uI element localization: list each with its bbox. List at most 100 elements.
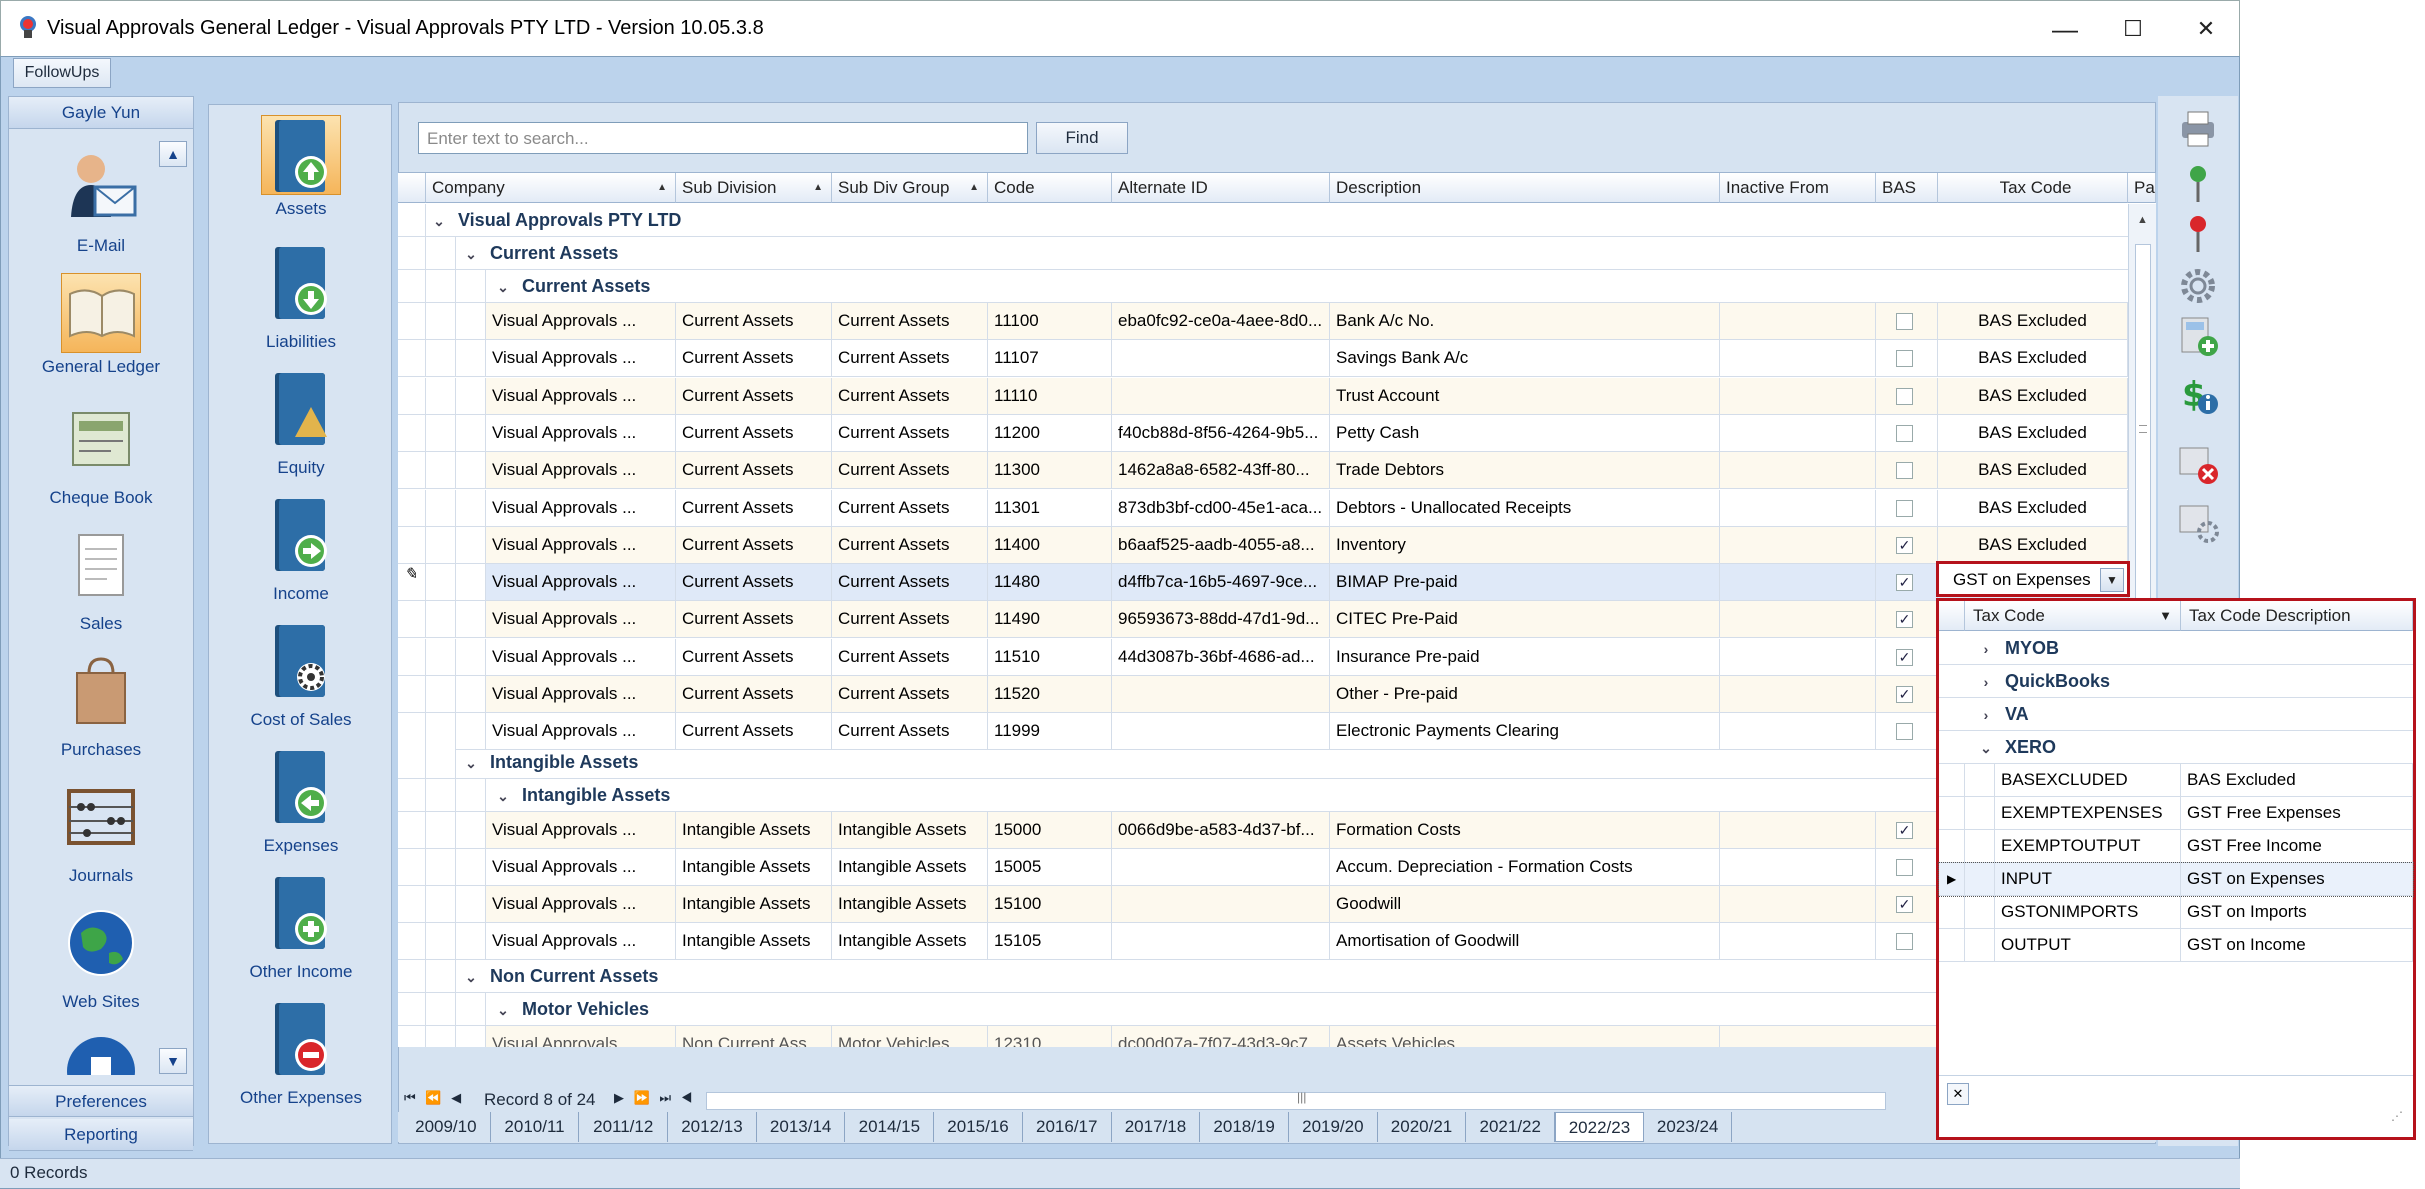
cell-description[interactable]: Debtors - Unallocated Receipts	[1330, 489, 1720, 526]
cell-tax-code[interactable]: BAS Excluded	[1938, 303, 2128, 339]
cell-code[interactable]: 11200	[988, 414, 1112, 451]
cell-bas[interactable]: ✓	[1876, 886, 1938, 922]
cell-company[interactable]: Visual Approvals ...	[486, 886, 676, 922]
table-row[interactable]: ✎ Visual Approvals ... Current Assets Curre…	[398, 564, 2128, 602]
cell-alternate-id[interactable]	[1112, 849, 1330, 885]
bas-checkbox[interactable]	[1896, 933, 1913, 950]
cell-sub-div-group[interactable]: Current Assets	[832, 564, 988, 601]
cell-bas[interactable]	[1876, 713, 1938, 750]
red-pin-icon[interactable]	[2176, 212, 2220, 256]
cell-inactive-from[interactable]	[1720, 414, 1876, 451]
cell-sub-div-group[interactable]: Current Assets	[832, 414, 988, 451]
popup-cell-code[interactable]: GSTONIMPORTS	[1995, 896, 2181, 928]
calculator-add-icon[interactable]	[2176, 314, 2220, 358]
column-header-code[interactable]: Code	[988, 173, 1112, 203]
cell-description[interactable]: Electronic Payments Clearing	[1330, 713, 1720, 750]
first-prev-record-icons[interactable]: ⏮ ⏪ ◀	[404, 1090, 464, 1106]
cell-description[interactable]: Trade Debtors	[1330, 452, 1720, 489]
bas-checkbox[interactable]	[1896, 387, 1913, 405]
cell-description[interactable]: Inventory	[1330, 526, 1720, 563]
delete-record-icon[interactable]	[2176, 442, 2220, 486]
cell-inactive-from[interactable]	[1720, 886, 1876, 922]
close-button[interactable]: ✕	[2176, 9, 2236, 49]
cell-inactive-from[interactable]	[1720, 676, 1876, 712]
popup-group-row[interactable]: › QuickBooks	[1939, 665, 2413, 698]
chevron-right-icon[interactable]: ›	[1979, 666, 1993, 699]
cell-sub-div-group[interactable]: Current Assets	[832, 377, 988, 414]
cell-sub-division[interactable]: Current Assets	[676, 414, 832, 451]
popup-cell-code[interactable]: EXEMPTEXPENSES	[1995, 797, 2181, 829]
column-header-tax-code[interactable]: Tax Code	[1938, 173, 2128, 203]
column-header-sub-division[interactable]: Sub Division ▲	[676, 173, 832, 203]
cell-tax-code[interactable]: BAS Excluded	[1938, 526, 2128, 563]
cell-sub-division[interactable]: Current Assets	[676, 452, 832, 489]
cell-sub-div-group[interactable]: Current Assets	[832, 303, 988, 339]
cell-bas[interactable]: ✓	[1876, 812, 1938, 848]
cell-code[interactable]: 11107	[988, 340, 1112, 377]
cell-bas[interactable]: ✓	[1876, 564, 1938, 601]
cell-company[interactable]: Visual Approvals ...	[486, 713, 676, 750]
cell-code[interactable]: 11110	[988, 377, 1112, 414]
scrollbar-thumb[interactable]	[2135, 244, 2151, 614]
year-tab[interactable]: 2021/22	[1466, 1112, 1556, 1142]
next-last-record-icons[interactable]: ▶ ⏩ ⏭ ◀	[614, 1090, 695, 1106]
cell-company[interactable]: Visual Approvals ...	[486, 923, 676, 959]
nav-cheque-book[interactable]: Cheque Book	[9, 399, 193, 508]
popup-cell-description[interactable]: GST on Expenses	[2181, 863, 2413, 895]
cell-alternate-id[interactable]	[1112, 340, 1330, 377]
cell-inactive-from[interactable]	[1720, 601, 1876, 638]
dollar-info-icon[interactable]: $	[2176, 372, 2220, 416]
cell-bas[interactable]	[1876, 340, 1938, 377]
year-tab[interactable]: 2013/14	[757, 1112, 846, 1142]
cell-code[interactable]: 11490	[988, 601, 1112, 638]
year-tab[interactable]: 2009/10	[402, 1112, 491, 1142]
cell-sub-division[interactable]: Current Assets	[676, 526, 832, 563]
cell-company[interactable]: Visual Approvals ...	[486, 526, 676, 563]
bas-checkbox[interactable]: ✓	[1896, 611, 1913, 629]
cell-inactive-from[interactable]	[1720, 526, 1876, 563]
cell-sub-division[interactable]: Current Assets	[676, 303, 832, 339]
cell-sub-div-group[interactable]: Current Assets	[832, 340, 988, 377]
table-row[interactable]: Visual Approvals Non Current Ass Motor V…	[398, 1026, 2128, 1047]
table-row[interactable]: Visual Approvals ... Current Assets Curren…	[398, 676, 2128, 713]
cell-alternate-id[interactable]	[1112, 713, 1330, 750]
table-row[interactable]: Visual Approvals ... Intangible Assets Int…	[398, 886, 2128, 923]
cell-description[interactable]: CITEC Pre-Paid	[1330, 601, 1720, 638]
cell-inactive-from[interactable]	[1720, 303, 1876, 339]
popup-cell-description[interactable]: GST Free Income	[2181, 830, 2413, 862]
column-header-inactive-from[interactable]: Inactive From	[1720, 173, 1876, 203]
popup-group-row[interactable]: › MYOB	[1939, 632, 2413, 665]
cell-alternate-id[interactable]: 1462a8a8-6582-43ff-80...	[1112, 452, 1330, 489]
cell-inactive-from[interactable]	[1720, 489, 1876, 526]
cell-tax-code[interactable]: BAS Excluded	[1938, 489, 2128, 526]
cell-bas[interactable]	[1876, 414, 1938, 451]
cell-bas[interactable]: ✓	[1876, 526, 1938, 563]
cell-sub-div-group[interactable]: Intangible Assets	[832, 849, 988, 885]
category-expenses[interactable]: Expenses	[209, 749, 393, 856]
cell-company[interactable]: Visual Approvals ...	[486, 452, 676, 489]
chevron-right-icon[interactable]: ›	[1979, 633, 1993, 666]
group-row-sub-division[interactable]: ⌄ Current Assets	[398, 237, 2128, 270]
minimize-button[interactable]: —	[2035, 9, 2095, 49]
cell-tax-code[interactable]: BAS Excluded	[1938, 340, 2128, 377]
table-row[interactable]: Visual Approvals ... Current Assets Curren…	[398, 713, 2128, 751]
cell-bas[interactable]: ✓	[1876, 638, 1938, 675]
cell-alternate-id[interactable]	[1112, 923, 1330, 959]
nav-email[interactable]: E-Mail	[9, 147, 193, 256]
bas-checkbox[interactable]: ✓	[1896, 896, 1913, 913]
cell-company[interactable]: Visual Approvals ...	[486, 489, 676, 526]
bas-checkbox[interactable]: ✓	[1896, 822, 1913, 839]
group-row-sub-division[interactable]: ⌄ Intangible Assets	[398, 746, 2128, 779]
cell-company[interactable]: Visual Approvals ...	[486, 377, 676, 414]
year-tab[interactable]: 2020/21	[1378, 1112, 1467, 1142]
cell-code[interactable]: 11480	[988, 564, 1112, 601]
group-row-company[interactable]: ⌄ Visual Approvals PTY LTD	[398, 204, 2128, 237]
bas-checkbox[interactable]	[1896, 462, 1913, 480]
table-row[interactable]: Visual Approvals ... Current Assets Curren…	[398, 340, 2128, 378]
cell-sub-div-group[interactable]: Current Assets	[832, 713, 988, 750]
cell-company[interactable]: Visual Approvals ...	[486, 638, 676, 675]
table-row[interactable]: Visual Approvals ... Current Assets Curren…	[398, 377, 2128, 415]
cell-sub-div-group[interactable]: Current Assets	[832, 638, 988, 675]
cell-bas[interactable]: ✓	[1876, 676, 1938, 712]
chevron-down-icon[interactable]: ⌄	[464, 747, 478, 779]
